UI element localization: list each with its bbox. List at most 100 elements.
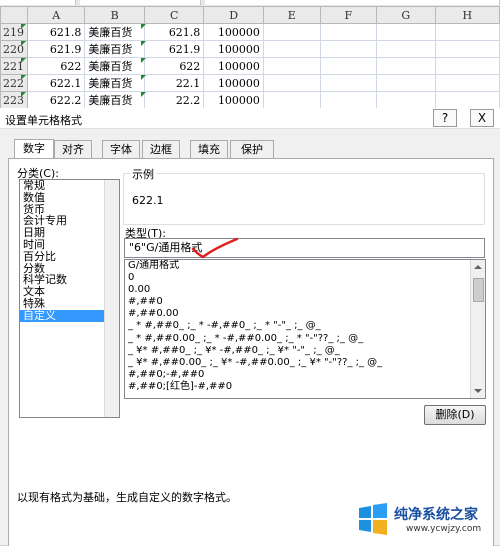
error-indicator-icon [141, 92, 146, 97]
category-list[interactable]: 常规 数值 货币 会计专用 日期 时间 百分比 分数 科学记数 文本 特殊 自定… [19, 179, 120, 418]
cell-e[interactable] [262, 40, 321, 58]
column-header-c[interactable]: C [144, 6, 205, 24]
cell-c[interactable]: 621.9 [144, 40, 205, 58]
cell-a[interactable]: 622.1 [26, 74, 86, 92]
cell-d[interactable]: 100000 [203, 74, 264, 92]
help-button[interactable]: ? [433, 109, 457, 127]
cell-a[interactable]: 622 [26, 57, 86, 75]
number-tab-panel: 分类(C): 常规 数值 货币 会计专用 日期 时间 百分比 分数 科学记数 文… [8, 158, 494, 546]
cell-g[interactable] [376, 91, 436, 108]
list-item[interactable]: #,##0.00 [125, 308, 485, 320]
table-row: 222 622.1 美廉百货 22.1 100000 [0, 74, 500, 92]
list-item[interactable]: _ ¥* #,##0_ ;_ ¥* -#,##0_ ;_ ¥* "-"_ ;_ … [125, 345, 485, 357]
cell-c[interactable]: 622 [144, 57, 205, 75]
tab-fill[interactable]: 填充 [190, 140, 228, 158]
cell-c[interactable]: 22.2 [144, 91, 205, 108]
format-description: 以现有格式为基础，生成自定义的数字格式。 [17, 491, 237, 504]
list-item[interactable]: 0 [125, 272, 485, 284]
format-list[interactable]: G/通用格式 0 0.00 #,##0 #,##0.00 _ * #,##0_ … [124, 259, 486, 399]
sample-label: 示例 [130, 166, 156, 182]
sample-value: 622.1 [132, 194, 164, 207]
cell-f[interactable] [319, 40, 378, 58]
table-row: 223 622.2 美廉百货 22.2 100000 [0, 91, 500, 108]
scroll-down-arrow-icon[interactable] [474, 389, 482, 393]
list-item[interactable]: _ * #,##0_ ;_ * -#,##0_ ;_ * "-"_ ;_ @_ [125, 320, 485, 332]
cell-d[interactable]: 100000 [203, 40, 264, 58]
error-indicator-icon [21, 75, 26, 80]
table-row: 219 621.8 美廉百货 621.8 100000 [0, 23, 500, 41]
cell-h[interactable] [434, 23, 500, 41]
column-header-a[interactable]: A [26, 6, 86, 24]
cell-h[interactable] [434, 74, 500, 92]
table-row: 221 622 美廉百货 622 100000 [0, 57, 500, 75]
list-item[interactable]: #,##0;-#,##0 [125, 369, 485, 381]
corner-cell[interactable] [0, 6, 28, 24]
cell-d[interactable]: 100000 [203, 91, 264, 108]
list-item[interactable]: #,##0 [125, 296, 485, 308]
cell-a[interactable]: 621.9 [26, 40, 86, 58]
cell-b[interactable]: 美廉百货 [84, 40, 146, 58]
cell-g[interactable] [376, 57, 436, 75]
watermark-url: www.ycwjzy.com [406, 524, 482, 534]
list-item[interactable]: _ ¥* #,##0.00_ ;_ ¥* -#,##0.00_ ;_ ¥* "-… [125, 357, 485, 369]
category-scrollbar[interactable] [104, 180, 119, 417]
column-header-g[interactable]: G [376, 6, 436, 24]
cell-f[interactable] [319, 74, 378, 92]
cell-d[interactable]: 100000 [203, 57, 264, 75]
cell-a[interactable]: 622.2 [26, 91, 86, 108]
error-indicator-icon [141, 24, 146, 29]
column-header-d[interactable]: D [203, 6, 264, 24]
error-indicator-icon [21, 92, 26, 97]
tab-font[interactable]: 字体 [102, 140, 140, 158]
cell-h[interactable] [434, 40, 500, 58]
cell-b[interactable]: 美廉百货 [84, 74, 146, 92]
cell-g[interactable] [376, 74, 436, 92]
tab-protection[interactable]: 保护 [230, 140, 274, 158]
watermark-text: 纯净系统之家 [394, 507, 478, 523]
table-row: 220 621.9 美廉百货 621.9 100000 [0, 40, 500, 58]
column-header-h[interactable]: H [434, 6, 500, 24]
type-input[interactable]: "6"G/通用格式 [124, 238, 485, 258]
list-item[interactable]: #,##0;[红色]-#,##0 [125, 381, 485, 393]
cell-c[interactable]: 621.8 [144, 23, 205, 41]
sample-group: 示例 622.1 [123, 166, 485, 225]
column-header-f[interactable]: F [319, 6, 378, 24]
cell-f[interactable] [319, 91, 378, 108]
cell-d[interactable]: 100000 [203, 23, 264, 41]
column-header-e[interactable]: E [262, 6, 321, 24]
error-indicator-icon [141, 75, 146, 80]
scroll-up-arrow-icon[interactable] [474, 265, 482, 269]
cell-f[interactable] [319, 57, 378, 75]
cell-c[interactable]: 22.1 [144, 74, 205, 92]
column-header-b[interactable]: B [84, 6, 146, 24]
dialog-title: 设置单元格格式 [5, 114, 82, 127]
tab-number[interactable]: 数字 [14, 139, 54, 159]
cell-h[interactable] [434, 91, 500, 108]
cell-e[interactable] [262, 91, 321, 108]
dialog-titlebar[interactable]: 设置单元格格式 ? X [0, 108, 500, 129]
format-scrollbar[interactable] [470, 260, 485, 398]
list-item[interactable]: _ * #,##0.00_ ;_ * -#,##0.00_ ;_ * "-"??… [125, 333, 485, 345]
tab-alignment[interactable]: 对齐 [54, 140, 92, 158]
tab-border[interactable]: 边框 [142, 140, 180, 158]
cell-e[interactable] [262, 23, 321, 41]
close-button[interactable]: X [470, 109, 494, 127]
error-indicator-icon [141, 58, 146, 63]
cell-g[interactable] [376, 23, 436, 41]
cell-b[interactable]: 美廉百货 [84, 23, 146, 41]
cell-g[interactable] [376, 40, 436, 58]
cell-a[interactable]: 621.8 [26, 23, 86, 41]
error-indicator-icon [21, 41, 26, 46]
cell-f[interactable] [319, 23, 378, 41]
cell-b[interactable]: 美廉百货 [84, 91, 146, 108]
cell-e[interactable] [262, 74, 321, 92]
delete-button[interactable]: 删除(D) [424, 405, 486, 425]
cell-e[interactable] [262, 57, 321, 75]
error-indicator-icon [21, 24, 26, 29]
scroll-thumb[interactable] [473, 278, 484, 302]
cell-b[interactable]: 美廉百货 [84, 57, 146, 75]
list-item[interactable]: 0.00 [125, 284, 485, 296]
check-annotation-icon [191, 237, 239, 259]
list-item[interactable]: G/通用格式 [125, 260, 485, 272]
cell-h[interactable] [434, 57, 500, 75]
